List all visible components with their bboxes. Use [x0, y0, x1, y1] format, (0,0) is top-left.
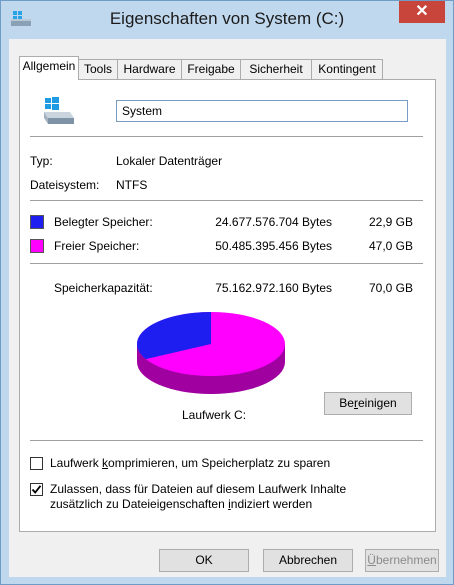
- cancel-button[interactable]: Abbrechen: [263, 549, 353, 572]
- tab-sicherheit[interactable]: Sicherheit: [240, 59, 312, 79]
- compress-label: Laufwerk komprimieren, um Speicherplatz …: [50, 456, 331, 470]
- cleanup-button[interactable]: Bereinigen: [324, 392, 412, 415]
- free-space-gb: 47,0 GB: [368, 239, 413, 253]
- used-space-label: Belegter Speicher:: [54, 215, 153, 229]
- tab-tools[interactable]: Tools: [78, 59, 118, 79]
- drive-caption: Laufwerk C:: [182, 408, 247, 422]
- tab-hardware[interactable]: Hardware: [117, 59, 182, 79]
- separator: [30, 440, 423, 441]
- free-space-bytes: 50.485.395.456 Bytes: [215, 239, 332, 253]
- tab-allgemein[interactable]: Allgemein: [19, 56, 79, 80]
- separator: [30, 136, 423, 137]
- capacity-label: Speicherkapazität:: [54, 281, 153, 295]
- free-space-swatch: [30, 239, 44, 253]
- properties-window: Eigenschaften von System (C:) ✕ Allgemei…: [0, 0, 454, 585]
- index-label: Zulassen, dass für Dateien auf diesem La…: [50, 482, 347, 511]
- drive-name-field[interactable]: [116, 100, 408, 122]
- type-value: Lokaler Datenträger: [116, 154, 223, 168]
- free-space-label: Freier Speicher:: [54, 239, 140, 253]
- capacity-bytes: 75.162.972.160 Bytes: [215, 281, 332, 295]
- tab-freigabe[interactable]: Freigabe: [181, 59, 241, 79]
- general-panel: Typ: Lokaler Datenträger Dateisystem: NT…: [19, 79, 436, 532]
- separator: [30, 263, 423, 264]
- separator: [30, 200, 423, 201]
- used-space-bytes: 24.677.576.704 Bytes: [215, 215, 332, 229]
- close-button[interactable]: ✕: [399, 1, 445, 23]
- window-title: Eigenschaften von System (C:): [109, 9, 345, 28]
- used-space-swatch: [30, 215, 44, 229]
- tab-kontingent[interactable]: Kontingent: [311, 59, 383, 79]
- filesystem-value: NTFS: [116, 178, 148, 192]
- apply-button[interactable]: Übernehmen: [365, 549, 439, 572]
- dialog-client: Allgemein Tools Hardware Freigabe Sicher…: [9, 39, 446, 577]
- drive-large-icon: [44, 97, 74, 124]
- capacity-gb: 70,0 GB: [368, 281, 413, 295]
- compress-checkbox[interactable]: [30, 457, 43, 470]
- type-label: Typ:: [30, 154, 53, 168]
- filesystem-label: Dateisystem:: [30, 178, 100, 192]
- title-bar: Eigenschaften von System (C:) ✕: [1, 1, 453, 39]
- index-checkbox[interactable]: [30, 483, 43, 496]
- disk-usage-pie-chart: [136, 312, 285, 394]
- used-space-gb: 22,9 GB: [368, 215, 413, 229]
- ok-button[interactable]: OK: [159, 549, 249, 572]
